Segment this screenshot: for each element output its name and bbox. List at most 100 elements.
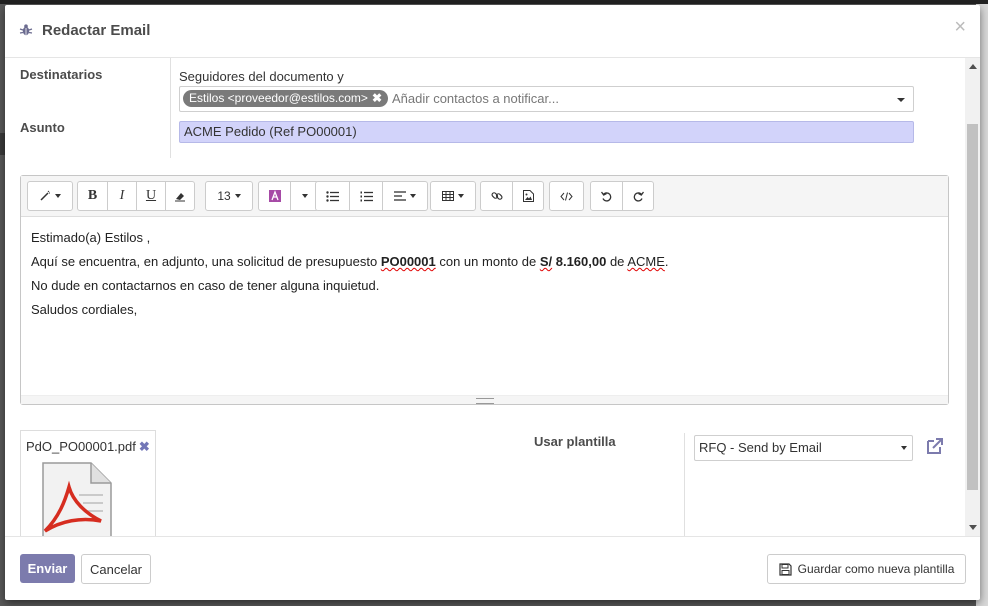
editor-resize-handle[interactable] — [21, 395, 948, 404]
rfq-line-mid: con un monto de — [435, 254, 540, 269]
recipient-tag: Estilos <proveedor@estilos.com> ✖ — [183, 90, 388, 107]
table-dropdown-button[interactable] — [431, 182, 475, 210]
editor-content[interactable]: Estimado(a) Estilos , Aquí se encuentra,… — [31, 226, 931, 322]
rfq-line-end: . — [664, 254, 669, 269]
chevron-down-icon — [410, 194, 416, 198]
chevron-down-icon — [458, 194, 464, 198]
closing-line: Saludos cordiales, — [31, 302, 138, 317]
chevron-down-icon — [234, 194, 241, 198]
ordered-list-icon — [360, 191, 373, 201]
ordered-list-button[interactable] — [349, 182, 382, 210]
template-divider — [684, 433, 685, 536]
rfq-reference: PO00001 — [380, 254, 436, 269]
scrollbar-thumb[interactable] — [967, 124, 978, 490]
font-size-value: 13 — [217, 189, 231, 203]
font-color-button[interactable] — [259, 182, 290, 210]
font-size-dropdown[interactable]: 13 — [206, 182, 252, 210]
recipient-tag-label: Estilos <proveedor@estilos.com> — [189, 91, 368, 105]
recipients-label: Destinatarios — [20, 67, 103, 82]
rfq-line-intro: Aquí se encuentra, en adjunto, una solic… — [31, 254, 381, 269]
underline-button[interactable]: U — [136, 182, 165, 210]
font-color-icon — [268, 190, 281, 202]
dialog-scrollbar[interactable] — [965, 58, 980, 536]
external-link-icon[interactable] — [925, 436, 945, 456]
save-template-button[interactable]: Guardar como nueva plantilla — [767, 554, 966, 584]
form-label-divider — [170, 58, 171, 158]
currency-symbol: S/ — [539, 254, 553, 269]
code-group — [549, 181, 584, 211]
company-name: ACME — [627, 254, 665, 269]
magic-wand-icon — [40, 190, 50, 201]
template-label: Usar plantilla — [534, 434, 616, 449]
table-group — [430, 181, 476, 211]
pdf-file-icon[interactable] — [39, 461, 113, 536]
greeting-line: Estimado(a) Estilos , — [31, 230, 151, 245]
send-button[interactable]: Enviar — [20, 554, 75, 583]
editor-toolbar: B I U 13 — [21, 176, 948, 217]
paragraph-group — [315, 181, 428, 211]
link-button[interactable] — [481, 182, 512, 210]
bug-icon — [19, 24, 33, 36]
subject-label: Asunto — [20, 120, 65, 135]
attachment-filename: PdO_PO00001.pdf ✖ — [26, 439, 150, 455]
rfq-line: Aquí se encuentra, en adjunto, una solic… — [31, 250, 931, 274]
unordered-list-button[interactable] — [316, 182, 349, 210]
chevron-down-icon — [301, 194, 308, 198]
scroll-up-icon[interactable] — [969, 64, 977, 69]
table-icon — [442, 191, 454, 201]
close-icon[interactable]: × — [954, 17, 966, 37]
rfq-amount: S/ 8.160,00 — [540, 254, 607, 269]
remove-tag-icon[interactable]: ✖ — [372, 91, 382, 105]
font-group: B I U — [77, 181, 195, 211]
save-template-label: Guardar como nueva plantilla — [797, 562, 955, 576]
undo-icon — [601, 191, 612, 202]
recipients-placeholder[interactable]: Añadir contactos a notificar... — [392, 91, 559, 106]
eraser-icon — [175, 193, 185, 202]
bold-button[interactable]: B — [78, 182, 107, 210]
history-group — [590, 181, 654, 211]
font-color-dropdown[interactable] — [290, 182, 318, 210]
image-icon — [522, 190, 534, 202]
code-view-button[interactable] — [550, 182, 583, 210]
template-selected-value: RFQ - Send by Email — [699, 440, 822, 455]
recipients-input[interactable]: Estilos <proveedor@estilos.com> ✖ Añadir … — [179, 86, 914, 112]
chevron-down-icon[interactable] — [897, 98, 905, 102]
style-dropdown-button[interactable] — [28, 182, 72, 210]
cancel-button[interactable]: Cancelar — [81, 554, 151, 584]
redo-icon — [633, 191, 644, 202]
code-view-icon — [560, 191, 573, 201]
attachment-card: PdO_PO00001.pdf ✖ — [20, 430, 156, 536]
link-icon — [490, 192, 503, 200]
compose-email-dialog: Redactar Email × Destinatarios Asunto Se… — [5, 5, 980, 600]
dialog-title: Redactar Email — [42, 22, 151, 39]
style-group — [27, 181, 73, 211]
unordered-list-icon — [326, 190, 339, 202]
redo-button[interactable] — [622, 182, 653, 210]
chevron-down-icon — [901, 446, 907, 450]
clear-format-button[interactable] — [165, 182, 194, 210]
backdrop-top-strip — [0, 0, 988, 4]
italic-button[interactable]: I — [107, 182, 136, 210]
followers-text: Seguidores del documento y — [179, 69, 344, 84]
scroll-down-icon[interactable] — [969, 525, 977, 530]
amount-value: 8.160,00 — [552, 254, 607, 269]
rfq-line-de: de — [606, 254, 628, 269]
grip-lines-icon — [476, 398, 494, 404]
image-button[interactable] — [512, 182, 543, 210]
subject-input[interactable]: ACME Pedido (Ref PO00001) — [179, 121, 914, 143]
undo-button[interactable] — [591, 182, 622, 210]
remove-attachment-icon[interactable]: ✖ — [139, 439, 150, 454]
contact-line: No dude en contactarnos en caso de tener… — [31, 278, 380, 293]
attachment-name-text: PdO_PO00001.pdf — [26, 439, 136, 454]
align-dropdown-button[interactable] — [382, 182, 427, 210]
dialog-header: Redactar Email × — [5, 5, 980, 58]
dialog-footer: Enviar Cancelar Guardar como nueva plant… — [5, 536, 980, 600]
template-select[interactable]: RFQ - Send by Email — [694, 435, 913, 461]
html-editor: B I U 13 Estimado(a) Estilos , Aquí se e… — [20, 175, 949, 405]
chevron-down-icon — [55, 194, 61, 198]
dialog-body: Destinatarios Asunto Seguidores del docu… — [5, 58, 965, 536]
align-icon — [394, 191, 406, 201]
insert-group — [480, 181, 544, 211]
save-icon — [779, 562, 792, 576]
font-size-group: 13 — [205, 181, 253, 211]
